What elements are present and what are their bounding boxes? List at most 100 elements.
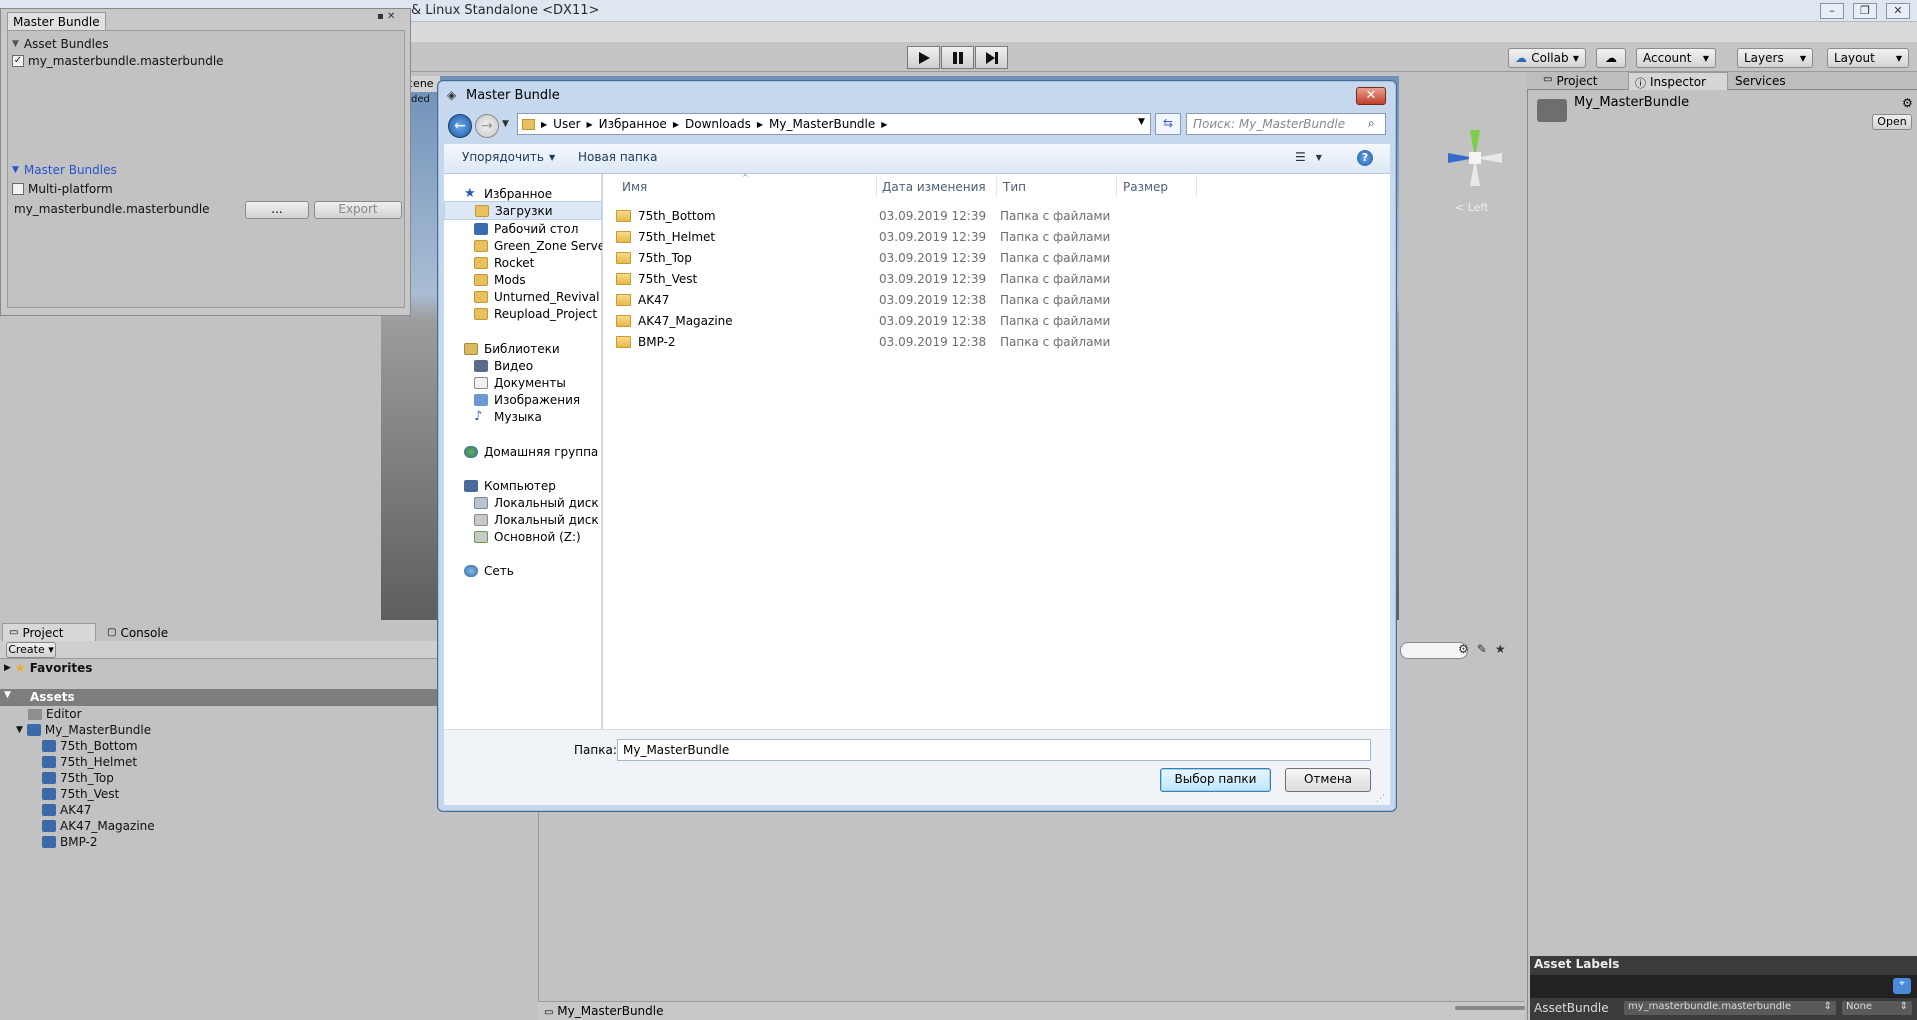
master-bundle-tab[interactable]: Master Bundle	[7, 12, 106, 30]
column-separator[interactable]	[1196, 175, 1197, 197]
file-type: Папка с файлами	[1000, 230, 1111, 244]
history-dropdown-icon[interactable]: ▼	[502, 119, 509, 129]
tree-item[interactable]: AK47	[42, 802, 91, 818]
tab-project[interactable]: ▭ Project	[2, 623, 96, 641]
open-button[interactable]: Open	[1872, 114, 1912, 130]
minimize-button[interactable]: –	[1820, 3, 1844, 19]
organize-button[interactable]: Упорядочить ▼	[462, 150, 555, 164]
cloud-button[interactable]: ☁	[1596, 48, 1626, 68]
master-bundles-label: Master Bundles	[23, 163, 117, 177]
file-row[interactable]: AK47_Magazine 03.09.2019 12:38 Папка с фай…	[616, 311, 1386, 331]
export-button[interactable]: Export	[314, 201, 402, 219]
tab-services[interactable]: Services	[1729, 72, 1792, 90]
nav-reupload[interactable]: Reupload_Project	[444, 304, 602, 323]
pause-button[interactable]	[941, 46, 974, 69]
nav-homegroup[interactable]: Домашняя группа	[444, 442, 602, 461]
create-dropdown[interactable]: Create ▾	[6, 642, 56, 658]
file-name: 75th_Vest	[638, 272, 698, 286]
new-folder-button[interactable]: Новая папка	[578, 150, 657, 164]
window-menu-icon[interactable]: ▪ ✕	[377, 11, 395, 22]
filter-icons[interactable]: ⚙✎★	[1458, 642, 1514, 656]
maximize-button[interactable]: ❐	[1853, 3, 1877, 19]
assetbundle-value: my_masterbundle.masterbundle	[1628, 1001, 1791, 1012]
breadcrumb-item[interactable]: Downloads	[685, 117, 751, 131]
collab-dropdown[interactable]: ☁ Collab ▼	[1508, 48, 1586, 68]
column-header-size[interactable]: Размер	[1123, 180, 1168, 194]
nav-downloads[interactable]: Загрузки	[444, 201, 602, 220]
nav-disk-z[interactable]: Основной (Z:)	[444, 527, 602, 546]
dialog-close-button[interactable]: ✕	[1356, 87, 1386, 105]
account-dropdown[interactable]: Account ▼	[1636, 48, 1716, 68]
multiplatform-checkbox[interactable]	[12, 183, 24, 195]
step-button[interactable]	[975, 46, 1008, 69]
variant-dropdown[interactable]: None ⇕	[1842, 1001, 1912, 1015]
column-separator[interactable]	[876, 175, 877, 197]
column-separator[interactable]	[996, 175, 997, 197]
nav-music[interactable]: ♪ Музыка	[444, 407, 602, 426]
column-header-name[interactable]: Имя	[622, 180, 647, 194]
file-row[interactable]: BMP-2 03.09.2019 12:38 Папка с файлами	[616, 332, 1386, 352]
zoom-slider[interactable]	[1455, 1006, 1525, 1010]
file-row[interactable]: 75th_Bottom 03.09.2019 12:39 Папка с файла…	[616, 206, 1386, 226]
master-bundles-header[interactable]: ▼ Master Bundles	[12, 163, 117, 177]
view-options-button[interactable]: ☰ ▼	[1295, 150, 1322, 166]
tree-item-editor[interactable]: Editor	[28, 706, 82, 722]
folder-icon: ▭	[9, 627, 19, 638]
tree-item[interactable]: 75th_Bottom	[42, 738, 138, 754]
file-row[interactable]: 75th_Vest 03.09.2019 12:39 Папка с файлами	[616, 269, 1386, 289]
file-row[interactable]: 75th_Helmet 03.09.2019 12:39 Папка с файла…	[616, 227, 1386, 247]
address-dropdown-icon[interactable]: ▼	[1138, 117, 1145, 127]
forward-button[interactable]: →	[475, 114, 499, 138]
assets-root[interactable]: Assets	[0, 689, 438, 706]
nav-network[interactable]: Сеть	[444, 561, 602, 580]
asset-bundle-row[interactable]: ✓ my_masterbundle.masterbundle	[12, 54, 224, 68]
address-bar[interactable]: ▶ User ▶ Избранное ▶ Downloads ▶ My_Mast…	[517, 113, 1151, 135]
asset-bundle-checkbox[interactable]: ✓	[12, 55, 24, 67]
tree-item[interactable]: 75th_Top	[42, 770, 114, 786]
select-folder-button[interactable]: Выбор папки	[1160, 768, 1271, 792]
settings-gear-icon[interactable]: ⚙	[1902, 96, 1913, 110]
layers-dropdown[interactable]: Layers ▼	[1737, 48, 1813, 68]
column-separator[interactable]	[1116, 175, 1117, 197]
file-row[interactable]: 75th_Top 03.09.2019 12:39 Папка с файлами	[616, 248, 1386, 268]
nav-label: Reupload_Project	[494, 306, 598, 321]
breadcrumb-item[interactable]: Избранное	[599, 117, 667, 131]
assetbundle-dropdown[interactable]: my_masterbundle.masterbundle ⇕	[1624, 1001, 1836, 1015]
nav-label: Загрузки	[495, 203, 553, 218]
column-header-date[interactable]: Дата изменения	[882, 180, 986, 194]
play-button[interactable]	[907, 46, 940, 69]
tree-item[interactable]: BMP-2	[42, 834, 98, 850]
tab-inspector[interactable]: ⓘ Inspector	[1628, 72, 1728, 90]
tree-item[interactable]: 75th_Vest	[42, 786, 119, 802]
scene-gizmo-icon[interactable]	[1430, 118, 1510, 198]
multiplatform-row[interactable]: Multi-platform	[12, 182, 113, 196]
refresh-button[interactable]: ⇆	[1155, 113, 1181, 135]
file-row[interactable]: AK47 03.09.2019 12:38 Папка с файлами	[616, 290, 1386, 310]
homegroup-icon	[464, 445, 478, 458]
assetbundle-label: AssetBundle	[1534, 1001, 1609, 1015]
asset-bundles-header[interactable]: ▼ Asset Bundles	[12, 37, 109, 51]
browse-button[interactable]: ...	[245, 201, 309, 219]
tree-label: 75th_Vest	[60, 787, 120, 801]
search-input[interactable]: Поиск: My_MasterBundle	[1186, 113, 1386, 135]
tag-icon[interactable]: ⌖	[1893, 978, 1911, 994]
cancel-button[interactable]: Отмена	[1285, 768, 1371, 792]
close-window-button[interactable]: ✕	[1886, 3, 1910, 19]
resize-grip-icon[interactable]: ⋰	[1376, 794, 1385, 804]
tree-item[interactable]: 75th_Helmet	[42, 754, 137, 770]
chevron-icon: ⇕	[1899, 1001, 1908, 1012]
tab-project-inspector[interactable]: ▭ Project	[1537, 72, 1604, 90]
back-button[interactable]: ←	[448, 114, 472, 138]
tree-item[interactable]: AK47_Magazine	[42, 818, 155, 834]
breadcrumb-item[interactable]: My_MasterBundle	[769, 117, 875, 131]
tab-console[interactable]: ▢ Console	[100, 623, 190, 641]
help-icon[interactable]: ?	[1357, 150, 1373, 166]
dialog-title: Master Bundle	[466, 88, 560, 103]
folder-name-input[interactable]: My_MasterBundle	[617, 739, 1371, 761]
tree-item-my-masterbundle[interactable]: ▼ My_MasterBundle	[16, 722, 151, 738]
bundle-icon	[26, 724, 41, 736]
breadcrumb-item[interactable]: User	[553, 117, 580, 131]
favorites-item[interactable]: ▶ ★ Favorites	[4, 660, 92, 676]
column-header-type[interactable]: Тип	[1003, 180, 1026, 194]
layout-dropdown[interactable]: Layout ▼	[1827, 48, 1909, 68]
